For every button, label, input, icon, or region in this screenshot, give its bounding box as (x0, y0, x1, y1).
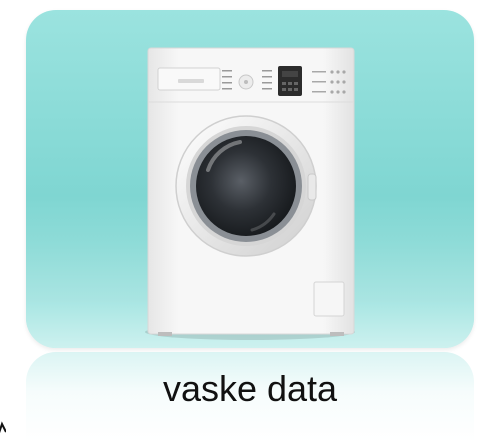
tile-caption: vaske data (162, 368, 338, 409)
cursor-edge-icon (0, 421, 6, 434)
app-tile[interactable] (26, 10, 474, 348)
washing-machine-icon (145, 47, 355, 340)
